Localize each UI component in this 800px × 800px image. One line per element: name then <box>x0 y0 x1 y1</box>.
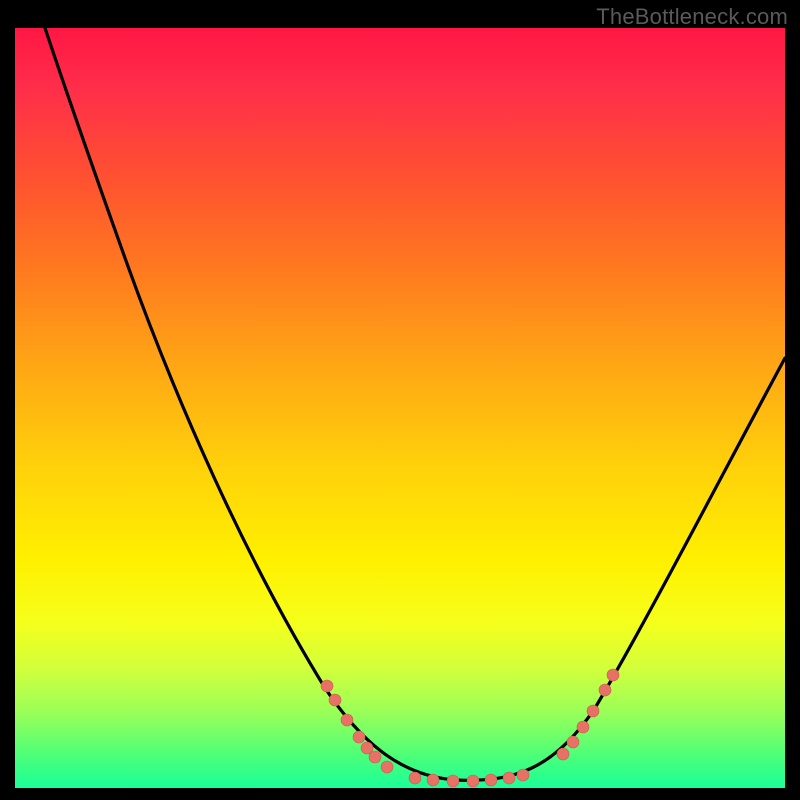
watermark-text: TheBottleneck.com <box>596 4 788 30</box>
marker-dots-left <box>321 680 393 773</box>
marker-dots-bottom <box>409 769 529 787</box>
chart-area <box>15 28 785 788</box>
bottleneck-curve <box>15 28 785 788</box>
curve-path <box>45 28 785 780</box>
